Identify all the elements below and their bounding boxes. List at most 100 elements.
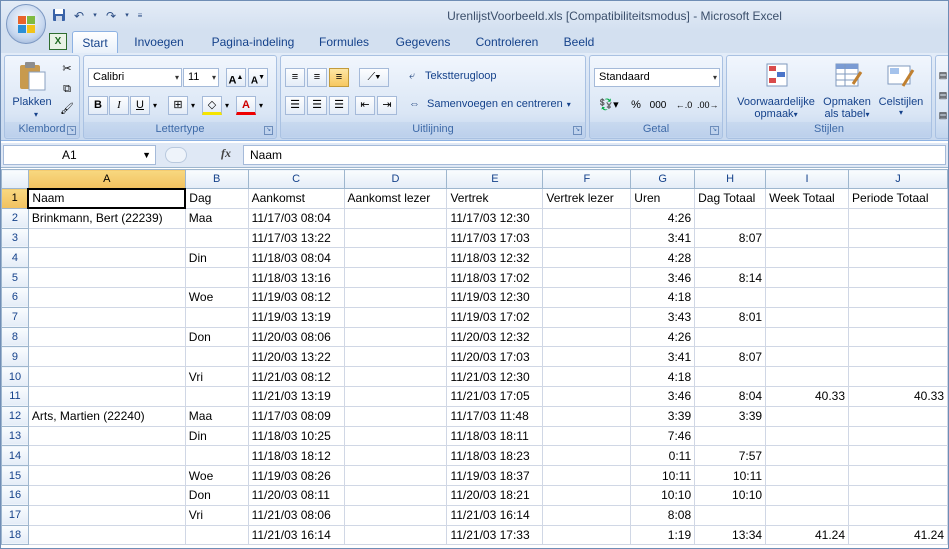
table-cell[interactable]	[765, 267, 850, 288]
table-cell[interactable]: 8:08	[630, 504, 696, 526]
table-cell[interactable]	[542, 465, 632, 486]
table-cell[interactable]	[27, 504, 186, 526]
table-cell[interactable]: Naam	[27, 187, 187, 210]
table-cell[interactable]: Uren	[630, 188, 696, 209]
table-cell[interactable]	[343, 425, 448, 447]
shrink-font-icon[interactable]: A▼	[248, 68, 268, 87]
table-cell[interactable]	[765, 366, 850, 387]
table-cell[interactable]: 11/18/03 08:04	[247, 247, 345, 269]
row-header[interactable]: 3	[1, 227, 29, 249]
row-header[interactable]: 6	[1, 286, 29, 308]
table-cell[interactable]	[765, 504, 850, 526]
table-cell[interactable]: Maa	[184, 405, 249, 427]
paste-button[interactable]: Plakken	[9, 96, 55, 108]
row-header[interactable]: 10	[1, 366, 29, 387]
table-cell[interactable]: 11/19/03 08:12	[247, 286, 345, 308]
table-cell[interactable]	[27, 306, 186, 328]
table-cell[interactable]	[542, 207, 632, 229]
conditional-formatting-button[interactable]: Voorwaardelijke opmaak▾	[729, 96, 823, 120]
table-cell[interactable]: 11/18/03 12:32	[446, 247, 544, 269]
table-cell[interactable]: 11/20/03 08:11	[247, 484, 345, 506]
font-color-icon[interactable]: A	[236, 96, 256, 115]
table-cell[interactable]	[694, 366, 767, 387]
table-cell[interactable]	[848, 366, 948, 387]
row-header[interactable]: 9	[1, 346, 29, 368]
underline-dropdown-icon[interactable]: ▾	[150, 96, 160, 115]
table-cell[interactable]	[848, 227, 948, 249]
table-cell[interactable]	[184, 267, 249, 288]
table-cell[interactable]: Don	[184, 484, 249, 506]
column-header-e[interactable]: E	[446, 169, 544, 189]
table-cell[interactable]: 11/21/03 08:12	[247, 366, 345, 387]
table-cell[interactable]	[848, 465, 948, 486]
table-cell[interactable]	[542, 247, 632, 269]
table-cell[interactable]: 11/18/03 18:23	[446, 445, 544, 467]
name-box[interactable]: A1 ▼	[3, 145, 156, 165]
table-cell[interactable]	[542, 484, 632, 506]
table-cell[interactable]: 11/18/03 18:12	[247, 445, 345, 467]
font-name-combo[interactable]: Calibri ▾	[88, 68, 182, 87]
underline-icon[interactable]: U	[130, 96, 150, 115]
tab-gegevens[interactable]: Gegevens	[390, 31, 456, 53]
table-cell[interactable]: Vertrek	[446, 188, 544, 209]
table-cell[interactable]	[694, 504, 767, 526]
table-cell[interactable]	[184, 227, 249, 249]
table-cell[interactable]: 8:01	[694, 306, 767, 328]
table-cell[interactable]	[694, 326, 767, 348]
table-cell[interactable]: 4:18	[630, 286, 696, 308]
uitlijning-launcher-icon[interactable]: ↘	[573, 126, 582, 135]
table-cell[interactable]: 11/17/03 08:04	[247, 207, 345, 229]
format-painter-icon[interactable]: 🖌	[57, 100, 77, 119]
table-cell[interactable]	[542, 326, 632, 348]
klembord-launcher-icon[interactable]: ↘	[67, 126, 76, 135]
format-cells-icon[interactable]: ▤	[937, 106, 948, 125]
table-cell[interactable]: 11/18/03 13:16	[247, 267, 345, 288]
table-cell[interactable]	[343, 306, 448, 328]
table-cell[interactable]	[765, 465, 850, 486]
table-cell[interactable]	[694, 207, 767, 229]
getal-launcher-icon[interactable]: ↘	[710, 126, 719, 135]
table-cell[interactable]: 0:11	[630, 445, 696, 467]
tab-beeld[interactable]: Beeld	[556, 31, 602, 53]
insert-cells-icon[interactable]: ▤	[937, 66, 948, 85]
table-cell[interactable]: 3:41	[630, 346, 696, 368]
column-header-c[interactable]: C	[247, 169, 345, 189]
align-center-icon[interactable]: ☰	[307, 96, 327, 115]
table-cell[interactable]: Arts, Martien (22240)	[27, 405, 186, 427]
table-cell[interactable]: Din	[184, 425, 249, 447]
table-cell[interactable]	[848, 286, 948, 308]
table-cell[interactable]: Vertrek lezer	[542, 188, 632, 209]
table-cell[interactable]: 11/17/03 08:09	[247, 405, 345, 427]
table-cell[interactable]	[184, 445, 249, 467]
table-cell[interactable]: Aankomst lezer	[343, 188, 448, 209]
office-button[interactable]	[6, 4, 46, 44]
table-cell[interactable]: 41.24	[848, 524, 948, 546]
table-cell[interactable]: 4:26	[630, 326, 696, 348]
table-cell[interactable]	[765, 326, 850, 348]
decrease-decimal-icon[interactable]: .00→	[696, 96, 719, 115]
select-all-corner[interactable]	[1, 169, 29, 189]
table-cell[interactable]	[27, 286, 186, 308]
table-cell[interactable]: 40.33	[848, 385, 948, 407]
table-cell[interactable]: Din	[184, 247, 249, 269]
table-cell[interactable]: 11/17/03 17:03	[446, 227, 544, 249]
merge-center-button[interactable]: ⇔ Samenvoegen en centreren ▾	[409, 98, 583, 110]
table-cell[interactable]	[343, 247, 448, 269]
table-cell[interactable]: Woe	[184, 465, 249, 486]
table-cell[interactable]: 11/21/03 17:33	[446, 524, 544, 546]
tab-start[interactable]: Start	[72, 31, 118, 53]
table-cell[interactable]	[343, 346, 448, 368]
table-cell[interactable]	[694, 425, 767, 447]
delete-cells-icon[interactable]: ▤	[937, 86, 948, 105]
table-cell[interactable]	[184, 524, 249, 546]
orientation-icon[interactable]: ⟋▾	[359, 68, 389, 87]
table-cell[interactable]	[27, 366, 186, 387]
table-cell[interactable]	[343, 326, 448, 348]
table-cell[interactable]: 11/21/03 13:19	[247, 385, 345, 407]
table-cell[interactable]	[343, 227, 448, 249]
table-cell[interactable]	[765, 306, 850, 328]
table-cell[interactable]	[343, 207, 448, 229]
table-cell[interactable]	[765, 405, 850, 427]
row-header[interactable]: 14	[1, 445, 29, 467]
table-cell[interactable]	[542, 346, 632, 368]
